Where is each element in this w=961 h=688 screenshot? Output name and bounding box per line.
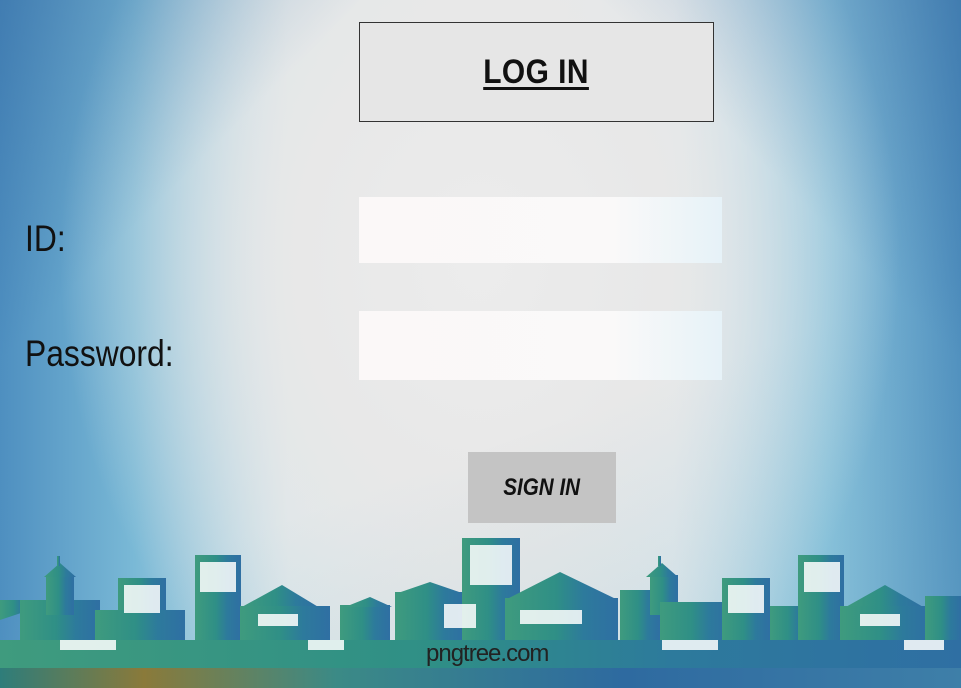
password-label: Password: (25, 333, 174, 374)
password-field[interactable] (359, 311, 722, 380)
id-field[interactable] (359, 197, 722, 263)
sign-in-label: SIGN IN (503, 473, 581, 501)
page-title: LOG IN (483, 52, 590, 91)
title-box: LOG IN (359, 22, 714, 122)
id-label: ID: (25, 218, 66, 259)
sign-in-button[interactable]: SIGN IN (468, 452, 616, 523)
watermark: pngtree.com (426, 640, 549, 667)
